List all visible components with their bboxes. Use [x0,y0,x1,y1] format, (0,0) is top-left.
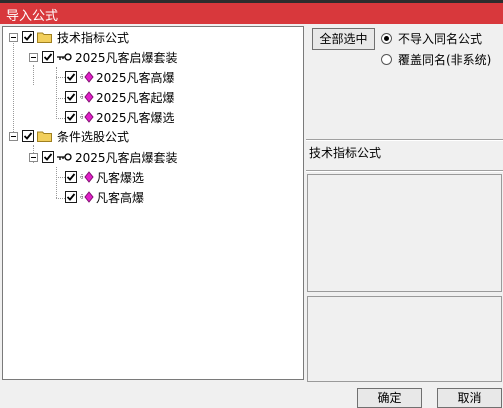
collapse-icon[interactable] [9,32,18,42]
tree-line [33,65,34,85]
tree-group-label: 技术指标公式 [57,30,130,45]
tree-node-formula[interactable]: 2025凡客高爆 [65,68,175,86]
key-icon [57,153,72,161]
tree-package-label: 2025凡客启爆套装 [75,50,178,65]
radio-overwrite[interactable]: 覆盖同名(非系统) [381,51,491,68]
checkbox[interactable] [22,31,34,43]
formula-category-label: 技术指标公式 [309,146,382,160]
formula-tree[interactable]: 技术指标公式 2025凡客启爆套装 2025凡客高爆 2025凡客起爆 2025… [2,26,304,380]
tree-node-formula[interactable]: 凡客爆选 [65,168,144,186]
tree-node-formula[interactable]: 2025凡客爆选 [65,108,175,126]
tree-node-package[interactable]: 2025凡客启爆套装 [29,148,178,166]
checkbox[interactable] [65,191,77,203]
tree-line [56,177,65,178]
cancel-button[interactable]: 取消 [437,388,502,408]
tree-line [56,167,57,198]
divider [306,139,503,141]
tree-node-formula[interactable]: 2025凡客起爆 [65,88,175,106]
radio-button-selected[interactable] [381,33,392,44]
tree-line [56,198,65,199]
formula-diamond-icon [80,91,94,103]
divider [306,170,503,172]
tree-line [56,77,65,78]
title-bar-strip [0,0,503,3]
tree-line [56,118,65,119]
folder-icon [37,131,52,142]
tree-line [56,67,57,119]
folder-icon [37,32,52,43]
title-bar: 导入公式 [0,0,503,24]
checkbox[interactable] [65,71,77,83]
ok-button[interactable]: 确定 [357,388,422,408]
description-panel [307,174,502,292]
tree-node-group[interactable]: 条件选股公式 [9,127,129,145]
tree-node-package[interactable]: 2025凡客启爆套装 [29,48,178,66]
checkbox[interactable] [65,171,77,183]
tree-formula-label: 凡客爆选 [96,170,145,185]
tree-formula-label: 2025凡客高爆 [96,70,175,85]
checkbox[interactable] [22,130,34,142]
radio-no-import[interactable]: 不导入同名公式 [381,30,482,47]
select-all-button[interactable]: 全部选中 [312,28,375,50]
tree-formula-label: 2025凡客爆选 [96,110,175,125]
checkbox[interactable] [65,111,77,123]
tree-node-group[interactable]: 技术指标公式 [9,28,129,46]
formula-diamond-icon [80,171,94,183]
tree-line [56,98,65,99]
radio-button[interactable] [381,54,392,65]
window-title: 导入公式 [6,9,59,24]
preview-panel [307,296,502,382]
tree-node-formula[interactable]: 凡客高爆 [65,188,144,206]
tree-formula-label: 2025凡客起爆 [96,90,175,105]
radio-overwrite-label: 覆盖同名(非系统) [398,53,492,67]
collapse-icon[interactable] [9,131,18,141]
collapse-icon[interactable] [29,52,38,62]
tree-package-label: 2025凡客启爆套装 [75,150,178,165]
key-icon [57,53,72,61]
tree-group-label: 条件选股公式 [57,129,130,144]
checkbox[interactable] [42,51,54,63]
tree-line [13,41,14,136]
checkbox[interactable] [42,151,54,163]
formula-diamond-icon [80,71,94,83]
collapse-icon[interactable] [29,152,38,162]
tree-formula-label: 凡客高爆 [96,190,145,205]
checkbox[interactable] [65,91,77,103]
radio-no-import-label: 不导入同名公式 [398,32,483,46]
formula-diamond-icon [80,191,94,203]
formula-diamond-icon [80,111,94,123]
